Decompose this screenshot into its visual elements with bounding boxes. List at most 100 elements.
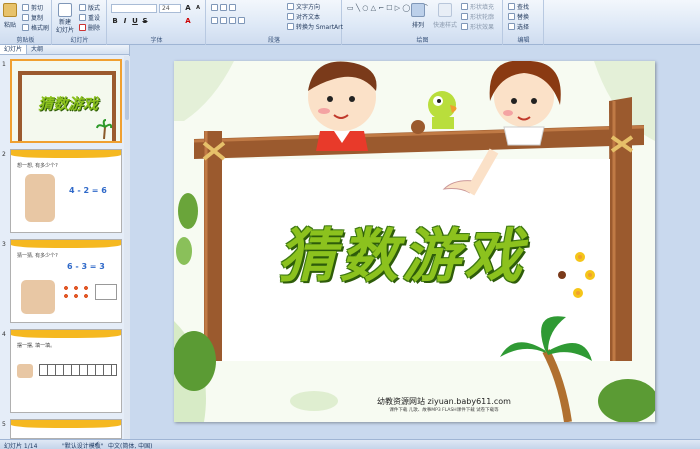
ribbon: 粘贴 剪切 复制 格式刷 剪贴板 新建 幻灯片 版式 重设 删除 幻灯片 24 …: [0, 0, 700, 45]
scissors-icon: [22, 4, 29, 11]
thumb-header-wave: [11, 420, 121, 428]
align-left-icon: [211, 17, 218, 24]
slide-thumbnail[interactable]: 猜数游戏: [10, 59, 122, 143]
text-direction-button[interactable]: 文字方向: [287, 2, 320, 11]
grow-font-icon[interactable]: A: [184, 4, 192, 12]
align-text-button[interactable]: 对齐文本: [287, 12, 320, 21]
cut-button[interactable]: 剪切: [22, 3, 43, 12]
copy-button[interactable]: 复制: [22, 13, 43, 22]
drawing-label: 绘图: [416, 37, 429, 44]
arrange-icon: [411, 3, 425, 17]
thumb-header-wave: [11, 150, 121, 158]
scrollbar-thumb[interactable]: [125, 60, 129, 120]
layout-button[interactable]: 版式: [79, 3, 100, 12]
thumb-header-wave: [11, 330, 121, 338]
find-button[interactable]: 查找: [508, 2, 529, 11]
thumbnail-row[interactable]: 2 想一想, 有多少个? 4 - 2 = 6: [0, 149, 124, 237]
shrink-font-icon[interactable]: A: [194, 4, 202, 12]
copy-icon: [22, 14, 29, 21]
align-text-icon: [287, 13, 294, 20]
paste-icon: [3, 3, 17, 17]
font-size-combo[interactable]: 24: [159, 4, 181, 13]
drawing-group: ▭ ╲ ○ △ ⌐ ☐ ▷ ◯ ⬡ ⌒ 排列 快速样式 形状填充 形状轮廓 形状…: [343, 0, 503, 45]
reset-button[interactable]: 重设: [79, 13, 100, 22]
slide-thumbnail[interactable]: 想一想, 有多少个? 4 - 2 = 6: [10, 149, 122, 233]
font-label: 字体: [150, 37, 163, 44]
tab-outline[interactable]: 大纲: [27, 45, 47, 54]
panel-tabs: 幻灯片 大纲: [0, 45, 129, 55]
slide-title[interactable]: 猜数游戏: [252, 209, 552, 293]
thumbnail-row[interactable]: 1 猜数游戏: [0, 59, 124, 147]
clipboard-label: 剪贴板: [16, 37, 35, 44]
strikethrough-button[interactable]: S: [141, 17, 149, 25]
layout-icon: [79, 4, 86, 11]
thumb-palm-icon: [96, 119, 113, 140]
slide-editor: 猜数游戏 幼教资源网站 ziyuan.baby611.com 课件下载 儿歌、故…: [131, 45, 700, 439]
slide-thumbnail[interactable]: 摆一摆, 填一填。: [10, 329, 122, 413]
slide-subtitle-text[interactable]: 课件下载 儿歌、故事MP3 FLASH课件下载 试卷下载等: [294, 407, 594, 413]
slide-counter: 幻灯片 1/14: [4, 443, 38, 449]
thumbnail-number: 5: [2, 421, 6, 428]
slides-group: 新建 幻灯片 版式 重设 删除 幻灯片: [53, 0, 107, 45]
fill-icon: [461, 3, 468, 10]
format-painter-button[interactable]: 格式刷: [22, 23, 49, 32]
quick-styles-button[interactable]: 快速样式: [433, 3, 457, 29]
font-name-combo[interactable]: [111, 4, 157, 13]
slide-website-text[interactable]: 幼教资源网站 ziyuan.baby611.com: [294, 396, 594, 407]
new-slide-button[interactable]: 新建 幻灯片: [56, 3, 74, 34]
editing-group: 查找 替换 选择 编辑: [504, 0, 544, 45]
smartart-button[interactable]: 转换为 SmartArt: [287, 22, 343, 31]
thumb-equation: 4 - 2 = 6: [69, 186, 107, 195]
outline-icon: [461, 13, 468, 20]
slide-thumbnail[interactable]: 猜一猜, 有多少个? 6 - 3 = 3: [10, 239, 122, 323]
tab-slides[interactable]: 幻灯片: [0, 45, 28, 54]
hand-icon: [17, 364, 33, 378]
slide-canvas[interactable]: 猜数游戏 幼教资源网站 ziyuan.baby611.com 课件下载 儿歌、故…: [174, 61, 655, 422]
shape-effects-button[interactable]: 形状效果: [461, 22, 494, 31]
thumbnail-number: 2: [2, 151, 6, 158]
thumbnail-row[interactable]: 4 摆一摆, 填一填。: [0, 329, 124, 417]
slide-thumbnail[interactable]: [10, 419, 122, 439]
font-color-button[interactable]: A: [184, 17, 192, 25]
new-slide-icon: [58, 3, 72, 17]
thumbnail-number: 4: [2, 331, 6, 338]
thumb-header-wave: [11, 240, 121, 248]
bold-button[interactable]: B: [111, 17, 119, 25]
align-buttons[interactable]: [211, 17, 245, 24]
thumb-text: 猜一猜, 有多少个?: [17, 253, 58, 259]
thumb-frame-top: [18, 71, 116, 75]
reset-icon: [79, 14, 86, 21]
delete-slide-button[interactable]: 删除: [79, 23, 100, 32]
spellcheck-icon[interactable]: ✓: [94, 440, 100, 448]
language-indicator[interactable]: 中文(简体, 中国): [108, 441, 153, 449]
font-group: 24 A A B I U S A 字体: [108, 0, 206, 45]
arrange-button[interactable]: 排列: [411, 3, 425, 29]
thumbnail-row[interactable]: 5: [0, 419, 124, 439]
shapes-gallery[interactable]: ▭ ╲ ○ △ ⌐ ☐ ▷ ◯ ⬡ ⌒: [347, 3, 428, 13]
status-bar: 幻灯片 1/14 "默认设计模板" ✓ 中文(简体, 中国): [0, 439, 700, 449]
select-button[interactable]: 选择: [508, 22, 529, 31]
brush-icon: [22, 24, 29, 31]
thumb-text: 想一想, 有多少个?: [17, 163, 58, 169]
bullets-button[interactable]: [211, 4, 236, 11]
quick-styles-icon: [438, 3, 452, 17]
hand-icon: [25, 174, 55, 222]
thumbnail-row[interactable]: 3 猜一猜, 有多少个? 6 - 3 = 3: [0, 239, 124, 327]
panel-scrollbar[interactable]: [124, 56, 130, 439]
replace-button[interactable]: 替换: [508, 12, 529, 21]
underline-button[interactable]: U: [131, 17, 139, 25]
bullets-icon: [211, 4, 218, 11]
powerpoint-window: 粘贴 剪切 复制 格式刷 剪贴板 新建 幻灯片 版式 重设 删除 幻灯片 24 …: [0, 0, 700, 449]
italic-button[interactable]: I: [121, 17, 129, 25]
slides-panel: 幻灯片 大纲 1 猜数游戏 2 想一想, 有多少个? 4 - 2 = 6 3 猜…: [0, 45, 130, 439]
shape-fill-button[interactable]: 形状填充: [461, 2, 494, 11]
delete-icon: [79, 24, 86, 31]
clipboard-group: 粘贴 剪切 复制 格式刷 剪贴板: [0, 0, 52, 45]
select-icon: [508, 23, 515, 30]
smartart-icon: [287, 23, 294, 30]
shape-outline-button[interactable]: 形状轮廓: [461, 12, 494, 21]
slides-label: 幻灯片: [70, 37, 89, 44]
paste-button[interactable]: 粘贴: [3, 3, 17, 29]
thumb-frame-right: [112, 71, 116, 141]
effects-icon: [461, 23, 468, 30]
